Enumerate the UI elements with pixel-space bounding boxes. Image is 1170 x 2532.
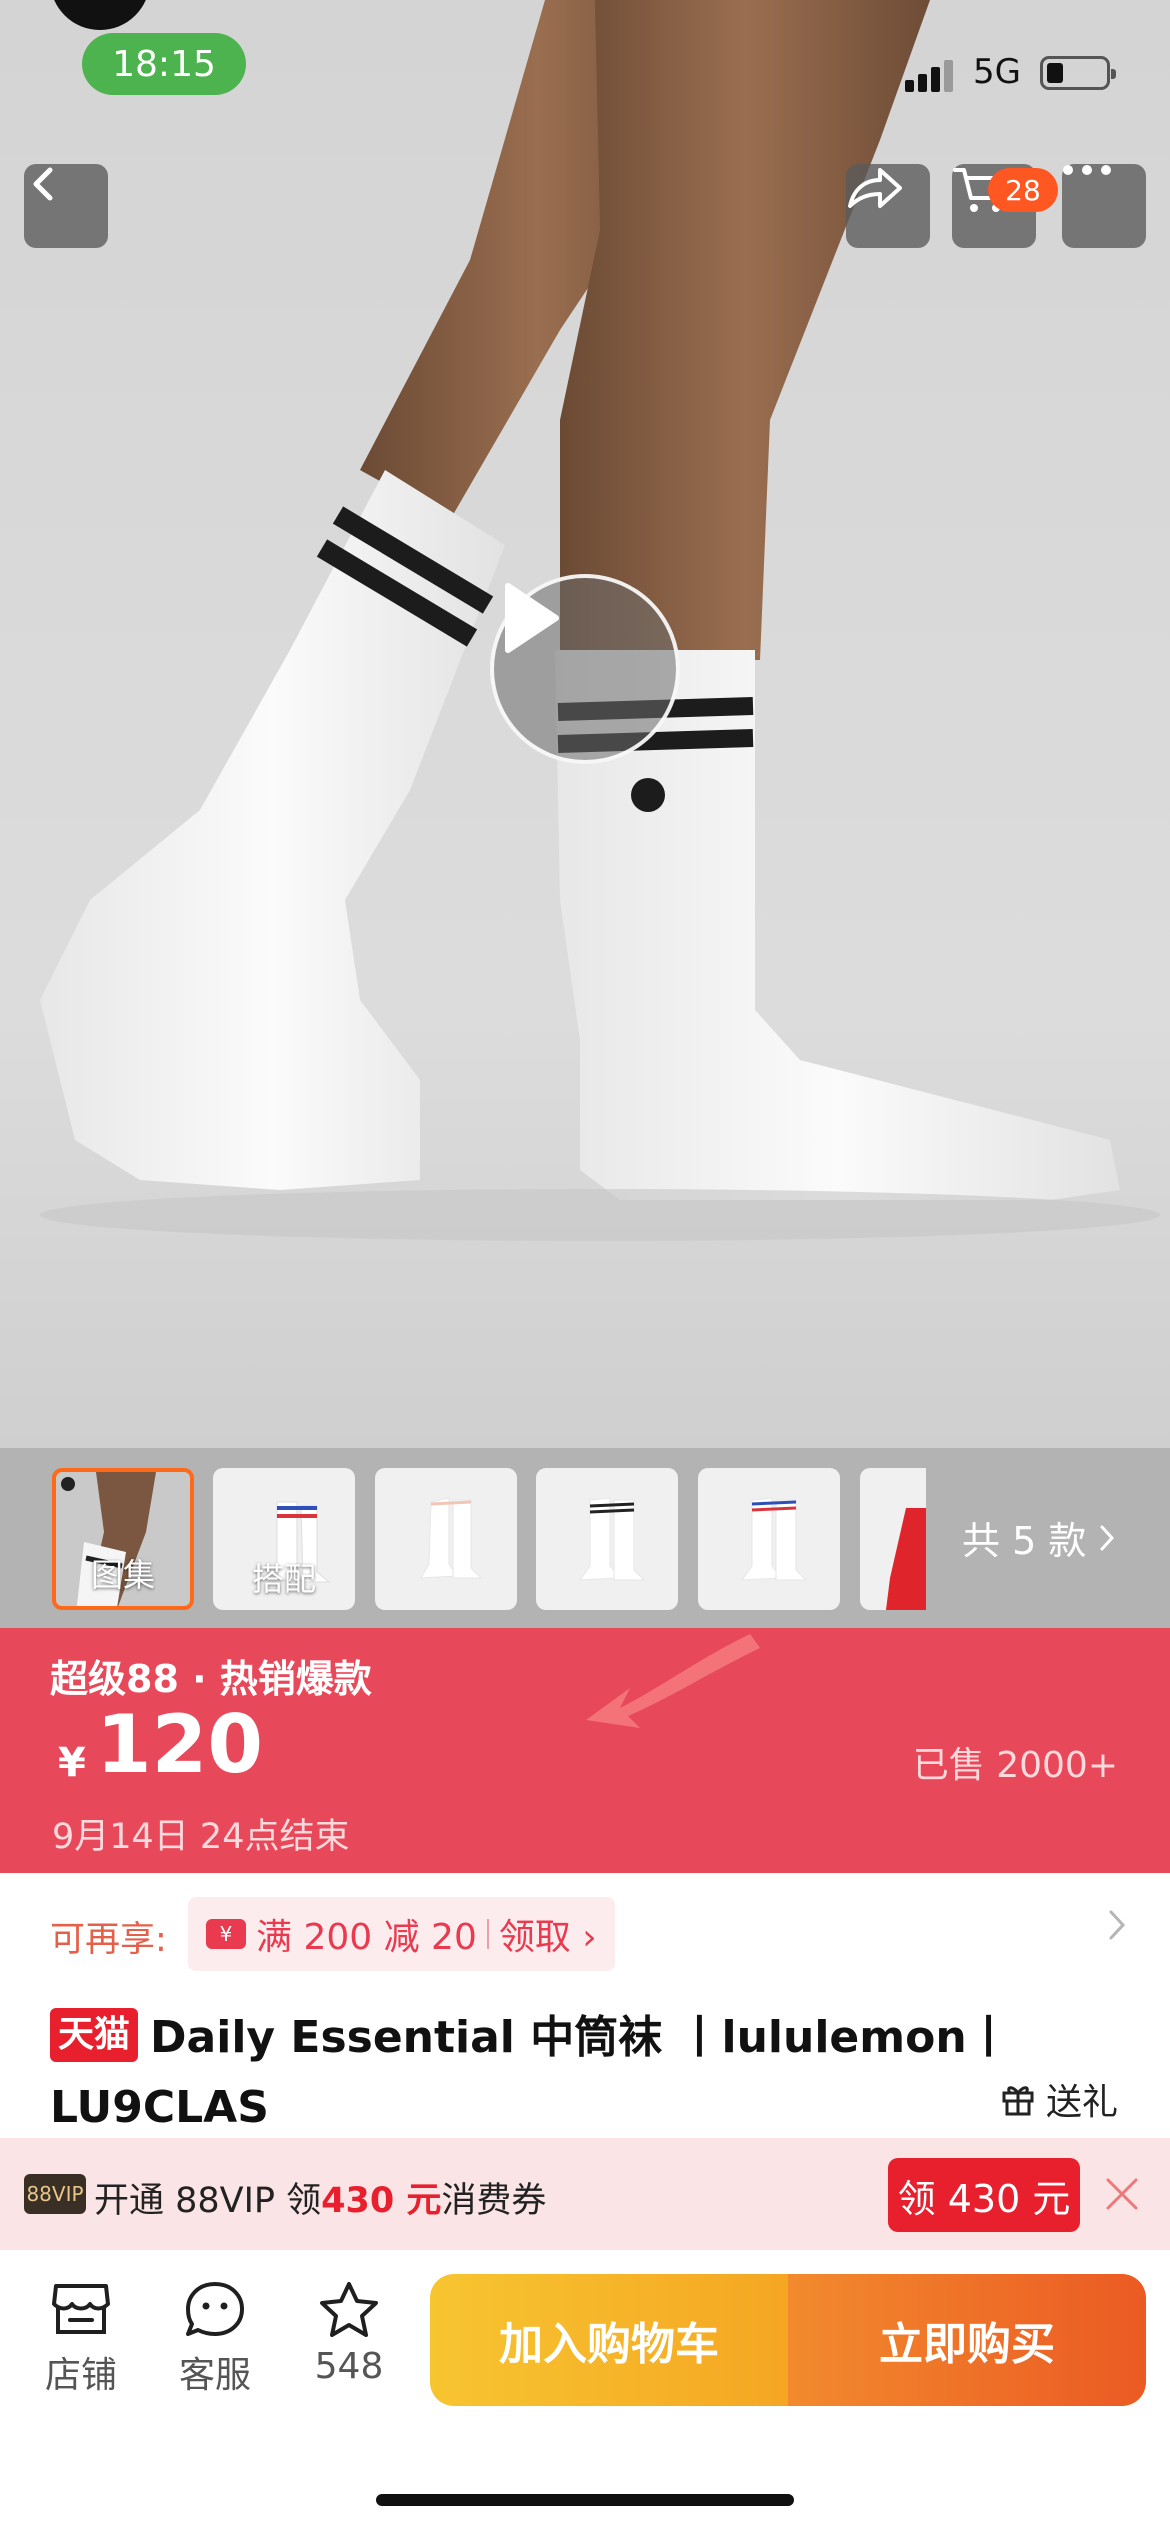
customer-service-label: 客服 — [178, 2355, 251, 2396]
vip-claim-button[interactable]: 领 430 元 — [888, 2158, 1080, 2232]
gallery-thumbnail-strip: 图集 搭配 共 5 款 — [0, 1448, 1170, 1628]
thumbnail-match[interactable]: 搭配 — [213, 1468, 355, 1610]
thumbnail-style[interactable] — [375, 1468, 517, 1610]
back-button[interactable] — [24, 164, 108, 248]
store-label: 店铺 — [44, 2355, 117, 2396]
divider — [486, 1919, 489, 1949]
thumbnail-image — [740, 1497, 808, 1581]
cart-count-badge: 28 — [988, 168, 1058, 212]
app-indicator-icon — [50, 0, 150, 30]
vip-amount: 430 元 — [321, 2181, 442, 2221]
extra-offer-label: 可再享: — [50, 1920, 167, 1960]
thumbnail-label: 图集 — [90, 1556, 155, 1594]
arrow-decoration-icon — [586, 1634, 760, 1728]
product-title: 天猫 Daily Essential 中筒袜 丨lululemon丨LU9CLAS — [50, 2003, 1050, 2143]
gift-button[interactable]: 送礼 — [1000, 2073, 1118, 2125]
thumbnail-image — [886, 1508, 926, 1610]
promo-price-banner: 超级88 · 热销爆款 ¥ 120 已售 2000+ 9月14日 24点结束 — [0, 1628, 1170, 1873]
thumbnail-style[interactable] — [698, 1468, 840, 1610]
status-bar: 18:15 5G — [0, 0, 1170, 140]
price-value: 120 — [96, 1698, 263, 1791]
styles-count-label: 共 5 款 — [962, 1519, 1087, 1563]
thumbnail-style[interactable] — [860, 1468, 926, 1610]
sold-count: 已售 2000+ — [912, 1745, 1118, 1786]
signal-icon — [905, 58, 953, 92]
favorites-count: 548 — [314, 2346, 384, 2387]
chevron-right-icon — [1100, 1525, 1115, 1550]
play-video-button[interactable] — [490, 574, 680, 764]
star-icon — [320, 2282, 378, 2337]
product-title-text: Daily Essential 中筒袜 丨lululemon丨LU9CLAS — [50, 2012, 1011, 2133]
store-tab[interactable]: 店铺 — [26, 2280, 136, 2398]
play-icon — [505, 583, 559, 653]
chevron-right-icon[interactable] — [1106, 1907, 1128, 1943]
customer-service-tab[interactable]: 客服 — [160, 2280, 270, 2398]
close-icon[interactable] — [1104, 2176, 1140, 2212]
gift-label: 送礼 — [1045, 2082, 1118, 2123]
gift-icon — [1002, 2086, 1034, 2116]
promo-end-time: 9月14日 24点结束 — [52, 1817, 350, 1857]
thumbnail-gallery[interactable]: 图集 — [52, 1468, 194, 1610]
coupon-claim[interactable]: 领取 › — [499, 1908, 597, 1960]
thumbnail-image — [420, 1497, 483, 1579]
share-button[interactable] — [846, 164, 930, 248]
vip-banner[interactable]: 88VIP 开通 88VIP 领430 元消费券 领 430 元 — [0, 2138, 1170, 2250]
coupon-icon: ¥ — [206, 1919, 246, 1949]
status-time: 18:15 — [82, 33, 246, 95]
vip-logo: 88VIP — [24, 2174, 86, 2214]
favorite-tab[interactable]: 548 — [294, 2280, 404, 2387]
promo-title: 超级88 · 热销爆款 — [50, 1657, 372, 1701]
view-all-styles-link[interactable]: 共 5 款 — [962, 1510, 1116, 1565]
more-button[interactable] — [1062, 164, 1146, 248]
share-icon — [848, 168, 902, 208]
chevron-left-icon — [33, 167, 53, 201]
battery-icon — [1040, 56, 1116, 90]
vip-text: 开通 88VIP 领430 元消费券 — [94, 2172, 546, 2223]
chat-smile-icon — [186, 2282, 244, 2336]
currency-symbol: ¥ — [58, 1740, 86, 1786]
vip-text-after: 消费券 — [441, 2181, 547, 2221]
bottom-action-bar: 店铺 客服 548 加入购物车 立即购买 — [0, 2250, 1170, 2532]
store-icon — [52, 2284, 110, 2334]
thumbnail-style[interactable] — [536, 1468, 678, 1610]
thumbnail-image — [578, 1497, 646, 1581]
vip-text-before: 开通 88VIP 领 — [94, 2181, 322, 2221]
network-label: 5G — [973, 52, 1021, 92]
product-hero-image[interactable]: 18:15 5G 28 — [0, 0, 1170, 1448]
home-indicator — [376, 2494, 794, 2506]
tmall-badge: 天猫 — [50, 2008, 139, 2062]
more-dots-icon — [1063, 165, 1111, 175]
buy-now-button[interactable]: 立即购买 — [788, 2274, 1146, 2406]
coupon-text: 满 200 减 20 — [256, 1917, 477, 1958]
add-to-cart-button[interactable]: 加入购物车 — [430, 2274, 788, 2406]
coupon-chip[interactable]: ¥ 满 200 减 20 领取 › — [188, 1897, 615, 1971]
thumbnail-label: 搭配 — [251, 1560, 316, 1598]
product-info-card: 可再享: ¥ 满 200 减 20 领取 › 天猫 Daily Essential… — [0, 1873, 1170, 2138]
